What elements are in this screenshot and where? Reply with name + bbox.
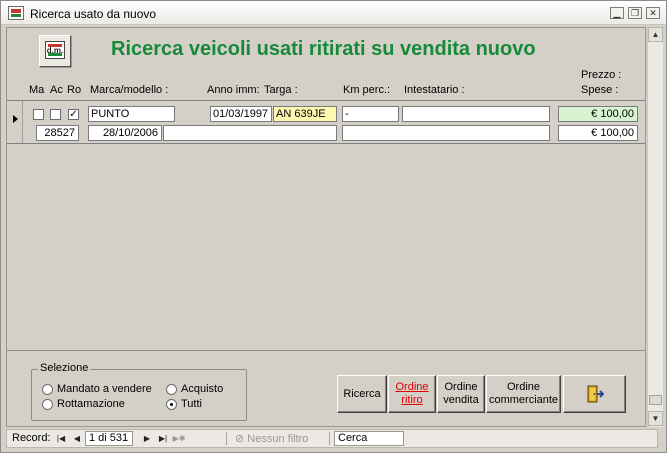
ricerca-button[interactable]: Ricerca <box>337 375 387 413</box>
label-targa: Targa : <box>264 84 298 96</box>
anno-imm-field[interactable]: 01/03/1997 <box>210 106 272 122</box>
checkbox-acquisto[interactable] <box>50 109 61 120</box>
close-icon[interactable]: ✕ <box>646 7 660 19</box>
new-record-icon[interactable]: ▶✱ <box>172 431 186 446</box>
title-bar: Ricerca usato da nuovo ▁ ❐ ✕ <box>1 1 666 25</box>
form-footer: Selezione Mandato a vendere Acquisto Rot… <box>7 350 645 426</box>
label-intestatario: Intestatario : <box>404 84 465 96</box>
minimize-icon[interactable]: ▁ <box>610 7 624 19</box>
label-ac: Ac <box>50 84 63 96</box>
label-anno-imm: Anno imm: <box>207 84 260 96</box>
scroll-up-icon[interactable]: ▲ <box>648 27 663 42</box>
navigator-separator <box>329 432 330 445</box>
first-record-icon[interactable]: |◀ <box>54 431 68 446</box>
radio-tutti-label: Tutti <box>181 398 202 410</box>
checkbox-mandato[interactable] <box>33 109 44 120</box>
radio-acquisto-indicator[interactable] <box>166 383 177 395</box>
vertical-scrollbar[interactable]: ▲ ▼ <box>647 27 663 427</box>
spese-field[interactable]: € 100,00 <box>558 125 638 141</box>
label-prezzo: Prezzo : <box>581 69 622 81</box>
exit-button[interactable] <box>563 375 626 413</box>
label-marca-modello: Marca/modello : <box>90 84 169 96</box>
radio-acquisto-label: Acquisto <box>181 383 224 395</box>
search-input[interactable]: Cerca <box>334 431 404 446</box>
descrizione-field[interactable] <box>163 125 337 141</box>
ordine-vendita-button[interactable]: Ordine vendita <box>437 375 485 413</box>
navigator-separator <box>226 432 227 445</box>
km-perc-field[interactable]: - <box>342 106 399 122</box>
intestatario-field[interactable] <box>402 106 550 122</box>
record-navigator: Record: |◀ ◀ 1 di 531 ▶ ▶| ▶✱ ⊘ Nessun f… <box>6 429 658 448</box>
radio-mandato-label: Mandato a vendere <box>57 383 152 395</box>
radio-tutti-indicator[interactable] <box>166 398 177 410</box>
form-header: d.m. Ricerca veicoli usati ritirati su v… <box>7 28 645 100</box>
label-km-perc: Km perc.: <box>343 84 391 96</box>
filter-label: Nessun filtro <box>247 433 309 445</box>
radio-rottamazione-indicator[interactable] <box>42 398 53 410</box>
radio-rottamazione[interactable]: Rottamazione <box>42 398 125 410</box>
prezzo-field[interactable]: € 100,00 <box>558 106 638 122</box>
checkbox-ritiro[interactable]: ✓ <box>68 109 79 120</box>
radio-mandato-indicator[interactable] <box>42 383 53 395</box>
record-position-input[interactable]: 1 di 531 <box>85 431 133 446</box>
radio-tutti[interactable]: Tutti <box>166 398 202 410</box>
radio-rottamazione-label: Rottamazione <box>57 398 125 410</box>
selezione-label: Selezione <box>38 362 91 374</box>
form-heading: Ricerca veicoli usati ritirati su vendit… <box>111 38 536 60</box>
codice-field[interactable]: 28527 <box>36 125 79 141</box>
exit-door-icon <box>587 385 604 403</box>
radio-mandato-a-vendere[interactable]: Mandato a vendere <box>42 383 152 395</box>
marca-modello-field[interactable]: PUNTO <box>88 106 175 122</box>
label-spese: Spese : <box>581 84 619 96</box>
filter-icon: ⊘ <box>235 433 245 445</box>
logo-icon: d.m. <box>45 41 65 59</box>
label-ro: Ro <box>67 84 82 96</box>
selezione-group: Selezione Mandato a vendere Acquisto Rot… <box>31 362 247 421</box>
targa-field[interactable]: AN 639JE <box>273 106 337 122</box>
scroll-thumb[interactable] <box>649 395 662 405</box>
ordine-commerciante-button[interactable]: Ordine commerciante <box>486 375 561 413</box>
note-field[interactable] <box>342 125 550 141</box>
restore-icon[interactable]: ❐ <box>628 7 642 19</box>
app-icon <box>8 6 24 20</box>
logo-button[interactable]: d.m. <box>39 35 71 67</box>
next-record-icon[interactable]: ▶ <box>140 431 154 446</box>
filter-status[interactable]: ⊘ Nessun filtro <box>235 432 308 445</box>
scroll-down-icon[interactable]: ▼ <box>648 411 663 426</box>
data-field[interactable]: 28/10/2006 <box>88 125 162 141</box>
ordine-ritiro-button[interactable]: Ordine ritiro <box>388 375 436 413</box>
label-ma: Ma <box>29 84 45 96</box>
window-title: Ricerca usato da nuovo <box>30 7 157 21</box>
record-label: Record: <box>12 432 51 444</box>
record-detail-row: ✓ PUNTO 01/03/1997 AN 639JE - € 100,00 2… <box>7 100 645 144</box>
record-selector[interactable] <box>7 101 23 143</box>
previous-record-icon[interactable]: ◀ <box>70 431 84 446</box>
access-form-window: Ricerca usato da nuovo ▁ ❐ ✕ d.m. Ricerc… <box>0 0 667 453</box>
radio-acquisto[interactable]: Acquisto <box>166 383 223 395</box>
form-client-area: d.m. Ricerca veicoli usati ritirati su v… <box>6 27 646 427</box>
last-record-icon[interactable]: ▶| <box>156 431 170 446</box>
